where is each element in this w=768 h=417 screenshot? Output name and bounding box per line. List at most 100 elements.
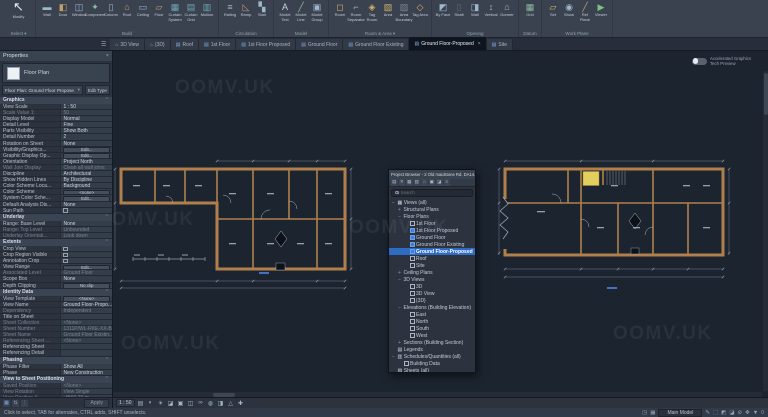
- property-value[interactable]: <none>: [60, 189, 112, 194]
- property-value[interactable]: None: [60, 141, 112, 146]
- select-pinned-icon[interactable]: ◪: [729, 410, 734, 416]
- panel-options-icon[interactable]: ⋮: [21, 400, 28, 407]
- property-value[interactable]: Edit...: [60, 264, 112, 269]
- property-checkbox[interactable]: [63, 253, 68, 257]
- shadows-icon[interactable]: ◪: [167, 400, 175, 407]
- tree-node-3d-view[interactable]: 3D View: [389, 290, 475, 297]
- property-value[interactable]: Look down: [60, 233, 112, 238]
- ribbon-button-component[interactable]: ✦Component: [87, 1, 103, 30]
- select-underlay-icon[interactable]: ◩: [721, 410, 726, 416]
- property-value[interactable]: [60, 314, 112, 319]
- tree-node-3d[interactable]: 3D: [389, 283, 475, 290]
- property-value[interactable]: 1 : 50: [60, 104, 112, 109]
- worksets-icon[interactable]: ◳: [642, 410, 647, 416]
- reveal-constraints-icon[interactable]: ✚: [237, 400, 245, 407]
- properties-section-view-to-sheet-positioning[interactable]: View to Sheet Positioning⌃: [0, 376, 112, 383]
- view-tab-site[interactable]: ▤Site: [487, 39, 513, 50]
- property-value[interactable]: [60, 246, 112, 251]
- toggle-switch[interactable]: [692, 58, 707, 65]
- property-value[interactable]: Ground Floor-Propo...: [60, 302, 112, 307]
- ribbon-button-railing[interactable]: ≡Railing: [222, 1, 238, 30]
- tree-expander-icon[interactable]: +: [397, 207, 402, 213]
- browser-home-icon[interactable]: ▤: [391, 179, 398, 186]
- ribbon-button-area-boundary[interactable]: ▨Area Boundary: [396, 1, 412, 30]
- properties-section-identity-data[interactable]: Identity Data⌃: [0, 289, 112, 296]
- tree-node-1st-floor-proposed[interactable]: 1st Floor Proposed: [389, 227, 475, 234]
- properties-close-icon[interactable]: ×: [106, 53, 109, 59]
- view-tabs-menu-icon[interactable]: ☰: [97, 41, 110, 48]
- ribbon-button-room-separator[interactable]: ⌐Room Separator: [348, 1, 364, 30]
- property-value[interactable]: <None>: [60, 296, 112, 301]
- property-value[interactable]: Normal: [60, 116, 112, 121]
- property-value[interactable]: Architectural: [60, 171, 112, 176]
- browser-views-icon[interactable]: ⌂: [421, 179, 428, 186]
- tree-node-1st-floor[interactable]: 1st Floor: [389, 220, 475, 227]
- view-tab-1st-floor[interactable]: ▤1st Floor: [199, 39, 236, 50]
- tree-node-ceiling-plans[interactable]: +Ceiling Plans: [389, 269, 475, 276]
- ribbon-button-model-line[interactable]: ╱Model Line: [293, 1, 309, 30]
- detail-level-icon[interactable]: ▤: [137, 400, 145, 407]
- property-value[interactable]: Clean all wall joins: [60, 165, 112, 170]
- property-value[interactable]: Show All: [60, 364, 112, 369]
- search-input[interactable]: [401, 190, 470, 195]
- property-value[interactable]: 1311P/WL-RKE-XX-B...: [60, 326, 112, 331]
- ribbon-button-by-face[interactable]: ◩By Face: [435, 1, 451, 30]
- tree-node-east[interactable]: East: [389, 311, 475, 318]
- property-edit-button[interactable]: <None>: [63, 296, 110, 301]
- properties-section-underlay[interactable]: Underlay⌃: [0, 214, 112, 221]
- section-collapse-icon[interactable]: ⌃: [105, 357, 109, 364]
- drag-on-selection-icon[interactable]: ✥: [745, 410, 750, 416]
- tree-node-sections-building-section[interactable]: +Sections (Building Section): [389, 339, 475, 346]
- property-value[interactable]: [60, 252, 112, 257]
- property-value[interactable]: None: [60, 221, 112, 226]
- ribbon-button-show[interactable]: ◉Show: [561, 1, 577, 30]
- tree-expander-icon[interactable]: −: [397, 277, 402, 283]
- property-value[interactable]: No clip: [60, 283, 112, 288]
- property-value[interactable]: Ground Floor Existin...: [60, 332, 112, 337]
- ribbon-button-column[interactable]: ▯Column: [103, 1, 119, 30]
- accelerated-graphics-toggle[interactable]: Accelerated Graphics Tech Preview: [692, 56, 754, 66]
- property-checkbox[interactable]: [63, 208, 68, 212]
- tree-node-north[interactable]: North: [389, 318, 475, 325]
- apply-button[interactable]: Apply: [84, 399, 109, 408]
- property-value[interactable]: Fine: [60, 122, 112, 127]
- selection-filter-dropdown[interactable]: Floor Plan: Ground Floor Propose ▾: [2, 85, 83, 95]
- properties-section-extents[interactable]: Extents⌃: [0, 239, 112, 246]
- property-value[interactable]: [60, 350, 112, 355]
- tree-expander-icon[interactable]: −: [391, 200, 396, 206]
- sun-path-icon[interactable]: ☀: [157, 400, 165, 407]
- section-collapse-icon[interactable]: ⌃: [105, 97, 109, 104]
- browser-columns-icon[interactable]: ▥: [414, 179, 421, 186]
- view-tab-1st-floor-proposed[interactable]: ▤1st Floor Proposed: [236, 39, 296, 50]
- property-value[interactable]: <None>: [60, 320, 112, 325]
- property-value[interactable]: Show Both: [60, 128, 112, 133]
- ribbon-button-ramp[interactable]: ◺Ramp: [238, 1, 254, 30]
- tree-expander-icon[interactable]: −: [391, 354, 396, 360]
- ribbon-button-model-text[interactable]: AModel Text: [277, 1, 293, 30]
- tree-node-structural-plans[interactable]: +Structural Plans: [389, 206, 475, 213]
- property-edit-button[interactable]: Edit...: [63, 265, 110, 270]
- project-browser-search[interactable]: [391, 189, 473, 197]
- browser-list-icon[interactable]: ▦: [406, 179, 413, 186]
- select-links-icon[interactable]: ⬚: [713, 410, 718, 416]
- browser-settings-icon[interactable]: ≡: [444, 179, 451, 186]
- ribbon-button-dormer[interactable]: ⌂Dormer: [499, 1, 515, 30]
- property-value[interactable]: Edit...: [60, 153, 112, 158]
- ribbon-button-shaft[interactable]: ▯Shaft: [451, 1, 467, 30]
- view-tab-ground-floor[interactable]: ▤Ground Floor: [296, 39, 343, 50]
- section-collapse-icon[interactable]: ⌃: [105, 239, 109, 246]
- properties-section-phasing[interactable]: Phasing⌃: [0, 357, 112, 364]
- property-value[interactable]: New Construction: [60, 370, 112, 375]
- browser-collapse-icon[interactable]: ◪: [436, 179, 443, 186]
- ribbon-button-mullion[interactable]: ▥Mullion: [199, 1, 215, 30]
- view-tab-roof[interactable]: ▤Roof: [171, 39, 199, 50]
- ribbon-button-model-group[interactable]: ▣Model Group: [309, 1, 325, 30]
- tree-node-floor-plans[interactable]: −Floor Plans: [389, 213, 475, 220]
- ribbon-button-curtain-system[interactable]: ▦Curtain System: [167, 1, 183, 30]
- tree-expander-icon[interactable]: −: [397, 214, 402, 220]
- section-collapse-icon[interactable]: ⌃: [105, 289, 109, 296]
- filter-icon[interactable]: ▼: [753, 410, 758, 416]
- tree-node-south[interactable]: South: [389, 325, 475, 332]
- show-crop-icon[interactable]: ◫: [187, 400, 195, 407]
- reveal-hidden-icon[interactable]: ◍: [207, 400, 215, 407]
